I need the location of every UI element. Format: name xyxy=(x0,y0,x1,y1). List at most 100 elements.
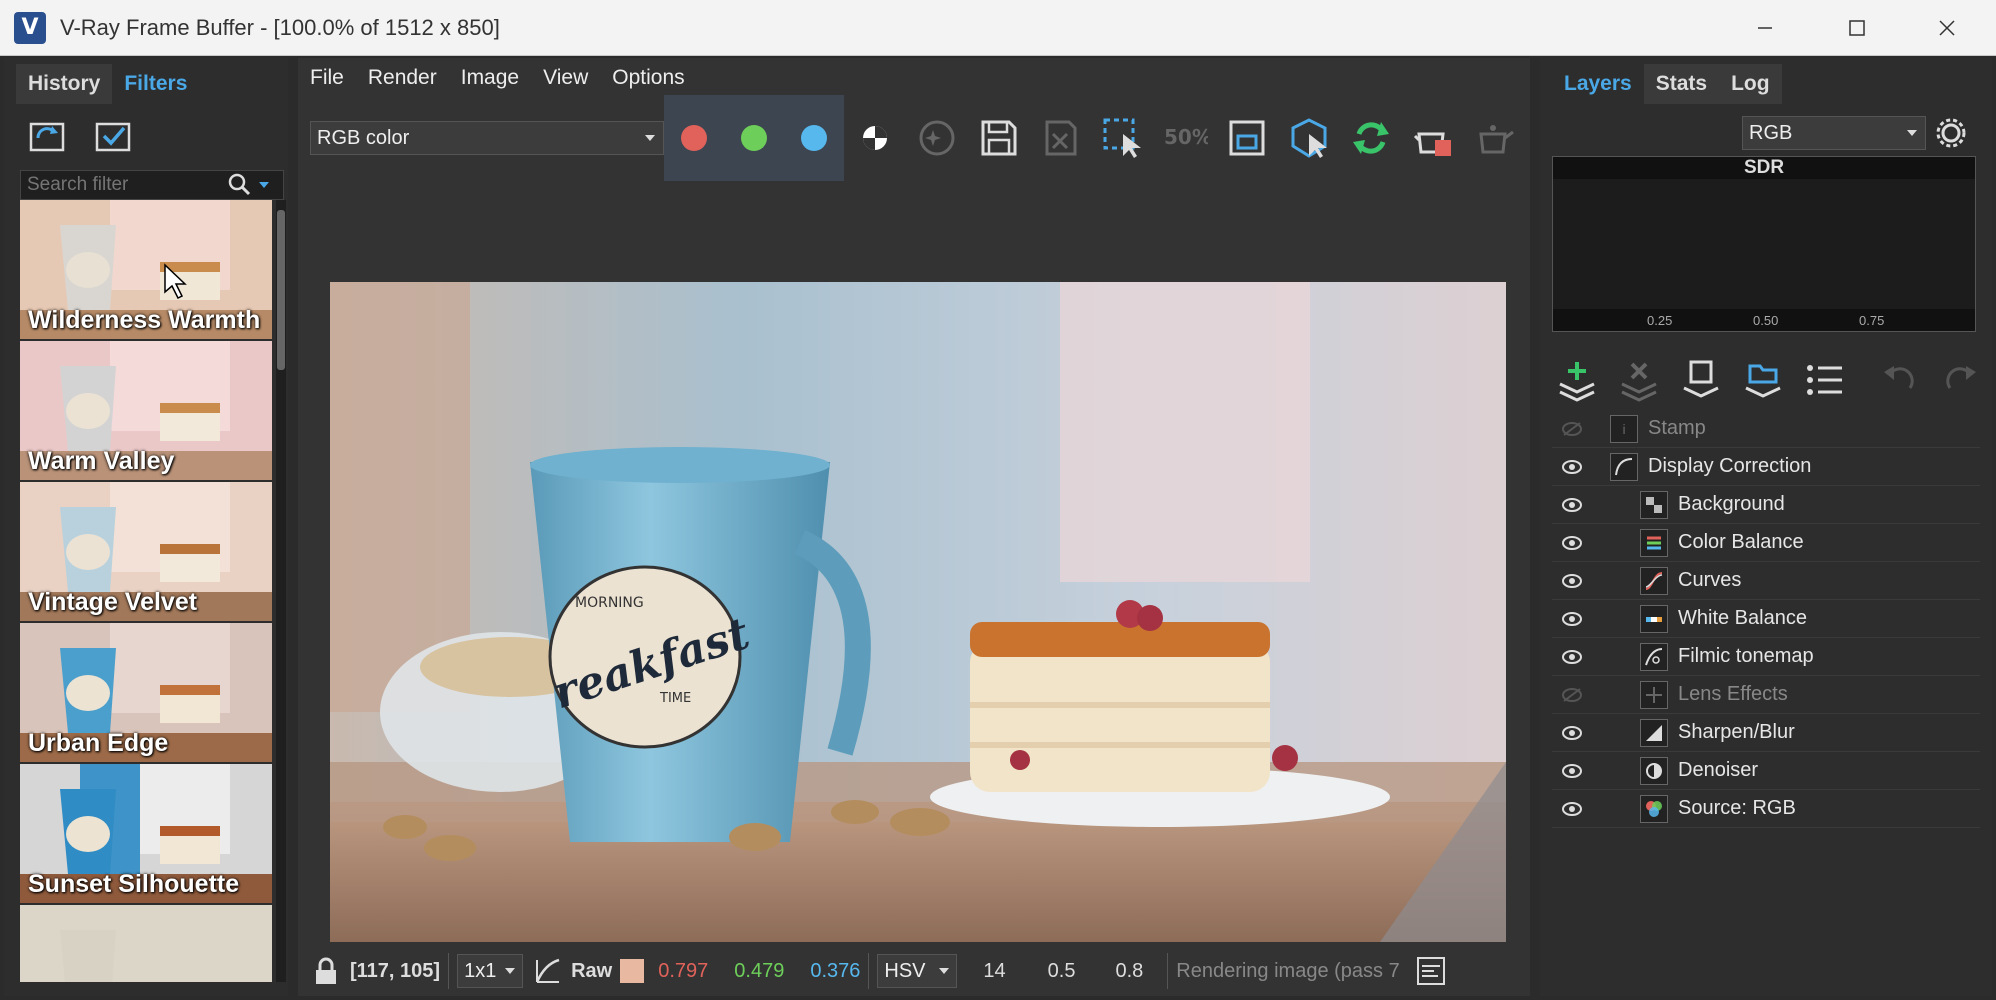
render-viewport[interactable]: MORNING reakfast TIME xyxy=(298,174,1530,974)
green-value: 0.479 xyxy=(734,959,785,982)
visibility-toggle[interactable] xyxy=(1552,410,1592,448)
region-select-icon xyxy=(1103,118,1141,158)
filter-warm-valley[interactable]: Warm Valley xyxy=(20,341,272,480)
close-button[interactable] xyxy=(1902,0,1992,56)
track-mouse-button[interactable] xyxy=(1278,102,1340,174)
visibility-toggle[interactable] xyxy=(1552,562,1592,600)
tab-filters[interactable]: Filters xyxy=(112,64,200,104)
visibility-toggle[interactable] xyxy=(1552,600,1592,638)
menu-file[interactable]: File xyxy=(298,66,356,90)
tab-history[interactable]: History xyxy=(16,64,113,104)
load-layers-icon[interactable] xyxy=(1740,358,1786,402)
filter-label: Warm Valley xyxy=(28,447,175,475)
alpha-channel-button[interactable] xyxy=(844,102,906,174)
red-channel-button[interactable] xyxy=(664,95,724,181)
denoise-button[interactable] xyxy=(906,102,968,174)
layer-row-curves[interactable]: Curves xyxy=(1552,562,1980,600)
divider xyxy=(1167,953,1169,989)
apply-filter-button[interactable] xyxy=(92,114,136,158)
gear-icon[interactable] xyxy=(1934,116,1968,150)
layer-row-filmic-tonemap[interactable]: Filmic tonemap xyxy=(1552,638,1980,676)
visibility-toggle[interactable] xyxy=(1552,638,1592,676)
visibility-toggle[interactable] xyxy=(1552,524,1592,562)
filter-scrollbar[interactable] xyxy=(276,200,286,982)
visibility-toggle[interactable] xyxy=(1552,790,1592,828)
chevron-down-icon[interactable] xyxy=(257,178,271,192)
layer-row-denoiser[interactable]: Denoiser xyxy=(1552,752,1980,790)
filter-list[interactable]: Wilderness Warmth Warm Valley Vintage Ve… xyxy=(20,200,276,982)
layer-row-display-correction[interactable]: Display Correction xyxy=(1552,448,1980,486)
divider xyxy=(448,953,450,989)
region-render-button[interactable] xyxy=(1092,102,1154,174)
histogram-tick: 0.50 xyxy=(1753,313,1779,328)
close-icon xyxy=(1939,20,1955,36)
menu-render[interactable]: Render xyxy=(356,66,449,90)
layer-channel-select[interactable]: RGB xyxy=(1742,116,1926,150)
layer-row-source-rgb[interactable]: Source: RGB xyxy=(1552,790,1980,828)
sample-size-value: 1x1 xyxy=(464,959,497,982)
visibility-toggle[interactable] xyxy=(1552,752,1592,790)
layer-row-stamp[interactable]: i Stamp xyxy=(1552,410,1980,448)
tab-log[interactable]: Log xyxy=(1719,64,1782,104)
search-input[interactable] xyxy=(21,174,221,196)
save-layers-icon[interactable] xyxy=(1678,358,1724,402)
interactive-render-button[interactable] xyxy=(1340,102,1402,174)
progress-log-icon[interactable] xyxy=(1416,956,1446,986)
filter-label: Urban Edge xyxy=(28,729,169,757)
stamp-icon: i xyxy=(1610,414,1638,443)
filter-urban-edge[interactable]: Urban Edge xyxy=(20,623,272,762)
scrollbar-thumb[interactable] xyxy=(277,210,285,370)
channel-select[interactable]: RGB color xyxy=(310,121,664,155)
layer-row-color-balance[interactable]: Color Balance xyxy=(1552,524,1980,562)
title-bar[interactable]: V V-Ray Frame Buffer - [100.0% of 1512 x… xyxy=(0,0,1996,56)
lock-icon[interactable] xyxy=(312,956,342,986)
mug-label-text: TIME xyxy=(659,691,691,706)
layer-name: Filmic tonemap xyxy=(1678,645,1814,667)
save-image-button[interactable] xyxy=(968,102,1030,174)
curve-correction-icon[interactable] xyxy=(533,956,563,986)
rendered-image[interactable]: MORNING reakfast TIME xyxy=(330,282,1506,942)
stop-render-button[interactable] xyxy=(1402,102,1464,174)
menu-view[interactable]: View xyxy=(531,66,600,90)
visibility-toggle[interactable] xyxy=(1552,486,1592,524)
tab-layers[interactable]: Layers xyxy=(1552,64,1644,104)
filmic-tonemap-icon xyxy=(1640,642,1668,671)
clear-image-button[interactable] xyxy=(1030,102,1092,174)
tab-stats[interactable]: Stats xyxy=(1643,64,1720,104)
half-size-icon: 50% xyxy=(1164,125,1208,149)
undo-icon[interactable] xyxy=(1876,358,1922,402)
visibility-toggle[interactable] xyxy=(1552,676,1592,714)
search-icon[interactable] xyxy=(227,172,253,198)
green-channel-button[interactable] xyxy=(724,95,784,181)
divider xyxy=(868,953,870,989)
filter-next[interactable] xyxy=(20,905,272,982)
layer-row-white-balance[interactable]: White Balance xyxy=(1552,600,1980,638)
minimize-button[interactable] xyxy=(1720,0,1810,56)
load-filter-button[interactable] xyxy=(26,114,70,158)
layer-list-icon[interactable] xyxy=(1802,358,1848,402)
layer-row-background[interactable]: Background xyxy=(1552,486,1980,524)
layer-row-sharpen-blur[interactable]: Sharpen/Blur xyxy=(1552,714,1980,752)
half-resolution-button[interactable]: 50% xyxy=(1154,102,1216,174)
menu-options[interactable]: Options xyxy=(600,66,696,90)
sample-size-select[interactable]: 1x1 xyxy=(457,954,524,988)
search-filter-box[interactable] xyxy=(20,170,284,200)
color-balance-icon xyxy=(1640,528,1668,557)
redo-icon[interactable] xyxy=(1938,358,1984,402)
render-button[interactable] xyxy=(1464,102,1526,174)
layer-row-lens-effects[interactable]: Lens Effects xyxy=(1552,676,1980,714)
delete-layer-icon[interactable] xyxy=(1616,358,1662,402)
filter-vintage-velvet[interactable]: Vintage Velvet xyxy=(20,482,272,621)
chevron-down-icon xyxy=(505,968,516,974)
filter-sunset-silhouette[interactable]: Sunset Silhouette xyxy=(20,764,272,903)
add-layer-icon[interactable] xyxy=(1554,358,1600,402)
red-dot-icon xyxy=(681,125,707,151)
crop-view-button[interactable] xyxy=(1216,102,1278,174)
visibility-toggle[interactable] xyxy=(1552,448,1592,486)
blue-channel-button[interactable] xyxy=(784,95,844,181)
visibility-toggle[interactable] xyxy=(1552,714,1592,752)
maximize-button[interactable] xyxy=(1812,0,1902,56)
menu-image[interactable]: Image xyxy=(449,66,531,90)
filter-wilderness-warmth[interactable]: Wilderness Warmth xyxy=(20,200,272,339)
color-mode-select[interactable]: HSV xyxy=(877,954,958,988)
